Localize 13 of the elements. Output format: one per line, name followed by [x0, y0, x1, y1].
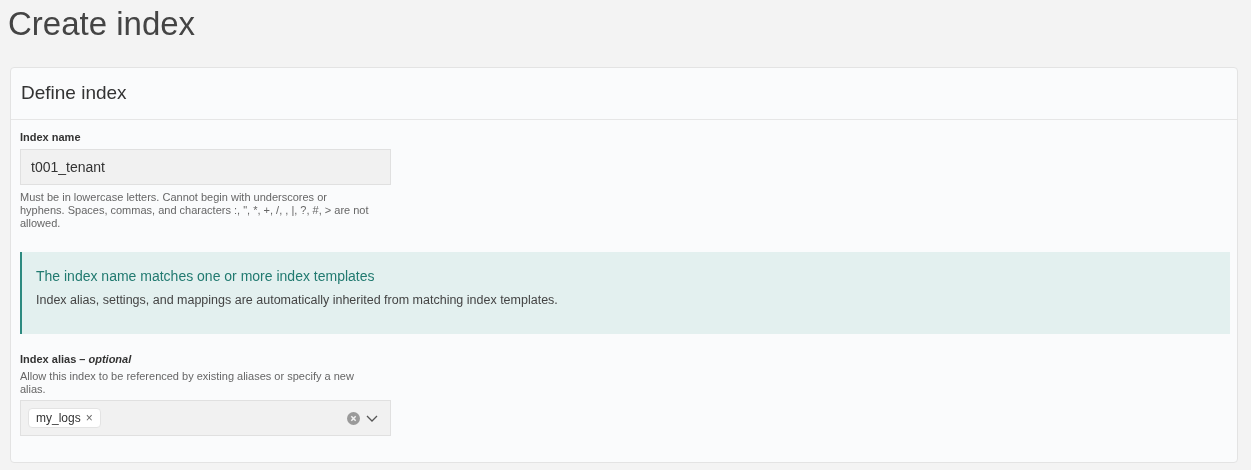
- alias-combo-box[interactable]: my_logs ×: [20, 400, 391, 436]
- help-text: Must be in lowercase letters. Cannot begin with underscores or hyphens. Spaces, commas, and characters :, ", *, +, /, , |, ?, #, > are not allowed.: [20, 191, 370, 230]
- page-title: Create index: [8, 4, 197, 44]
- field-label: Index name: [20, 130, 82, 144]
- index-name-field[interactable]: t001_tenant: [20, 149, 391, 185]
- callout-title: The index name matches one or more index templates: [36, 267, 376, 285]
- alias-tag[interactable]: my_logs ×: [28, 408, 101, 428]
- remove-tag-button[interactable]: ×: [85, 409, 93, 427]
- callout-text: Index alias, settings, and mappings are automatically inherited from matching index templates.: [36, 292, 559, 308]
- chevron-down-icon[interactable]: [366, 414, 378, 422]
- card-title: Define index: [21, 81, 127, 106]
- field-label: Index alias – optional: [20, 352, 133, 366]
- help-text: Allow this index to be referenced by existing aliases or specify a new alias.: [20, 370, 355, 396]
